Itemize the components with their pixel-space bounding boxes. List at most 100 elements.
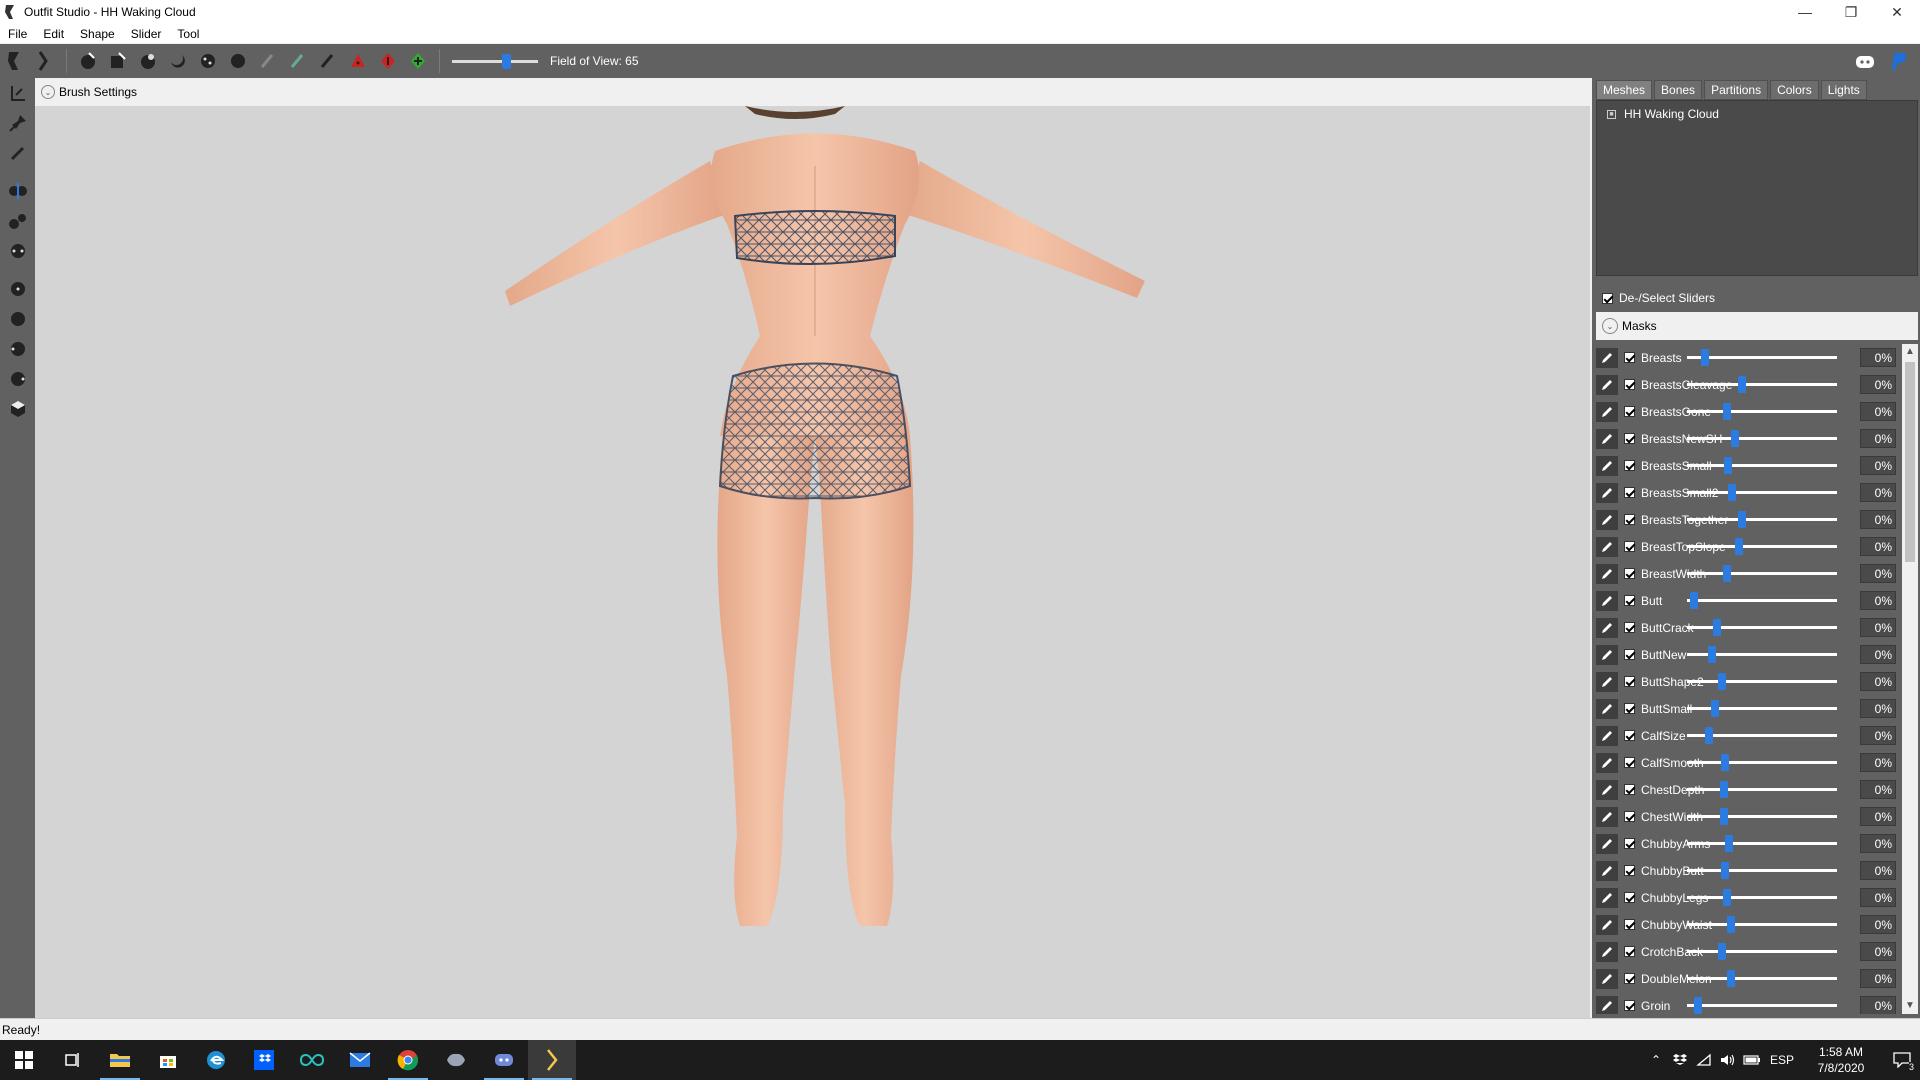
slider-thumb[interactable]	[1721, 754, 1730, 771]
deselect-sliders-row[interactable]: De-/Select Sliders	[1592, 284, 1920, 312]
slider-track[interactable]	[1687, 707, 1837, 710]
slider-value[interactable]: 0%	[1860, 915, 1896, 934]
slider-thumb[interactable]	[1689, 592, 1698, 609]
mirror-z-button[interactable]	[0, 236, 35, 266]
slider-checkbox[interactable]	[1624, 838, 1635, 849]
slider-track[interactable]	[1687, 842, 1837, 845]
slider-checkbox[interactable]	[1624, 946, 1635, 957]
slider-checkbox[interactable]	[1624, 892, 1635, 903]
tray-battery[interactable]	[1740, 1040, 1764, 1080]
slider-track[interactable]	[1687, 923, 1837, 926]
slider-edit-button[interactable]	[1596, 806, 1618, 827]
tab-lights[interactable]: Lights	[1820, 80, 1867, 100]
slider-thumb[interactable]	[1711, 700, 1720, 717]
brush-settings-header[interactable]: ⌄ Brush Settings	[35, 78, 1590, 106]
taskbar-file-explorer[interactable]	[96, 1040, 144, 1080]
slider-edit-button[interactable]	[1596, 914, 1618, 935]
slider-thumb[interactable]	[1728, 484, 1737, 501]
slider-track[interactable]	[1687, 761, 1837, 764]
slider-checkbox[interactable]	[1624, 487, 1635, 498]
slider-checkbox[interactable]	[1624, 757, 1635, 768]
slider-track[interactable]	[1687, 491, 1837, 494]
slider-checkbox[interactable]	[1624, 595, 1635, 606]
menu-slider[interactable]: Slider	[123, 27, 170, 41]
slider-thumb[interactable]	[1731, 430, 1740, 447]
taskbar-app-unknown[interactable]	[432, 1040, 480, 1080]
slider-track[interactable]	[1687, 815, 1837, 818]
brush-standard-button[interactable]	[73, 46, 103, 76]
slider-edit-button[interactable]	[1596, 860, 1618, 881]
smooth-brush-button[interactable]	[193, 46, 223, 76]
slider-track[interactable]	[1687, 1004, 1837, 1007]
taskbar-discord[interactable]	[480, 1040, 528, 1080]
slider-checkbox[interactable]	[1624, 433, 1635, 444]
slider-edit-button[interactable]	[1596, 779, 1618, 800]
slider-checkbox[interactable]	[1624, 676, 1635, 687]
slider-value[interactable]: 0%	[1860, 402, 1896, 421]
taskbar-chrome[interactable]	[384, 1040, 432, 1080]
slider-track[interactable]	[1687, 437, 1837, 440]
slider-thumb[interactable]	[1718, 943, 1727, 960]
slider-track[interactable]	[1687, 383, 1837, 386]
tab-colors[interactable]: Colors	[1770, 80, 1819, 100]
taskbar-dropbox[interactable]	[240, 1040, 288, 1080]
slider-track[interactable]	[1687, 572, 1837, 575]
slider-thumb[interactable]	[1718, 673, 1727, 690]
slider-thumb[interactable]	[1723, 457, 1732, 474]
slider-edit-button[interactable]	[1596, 941, 1618, 962]
slider-value[interactable]: 0%	[1860, 618, 1896, 637]
slider-thumb[interactable]	[1708, 646, 1717, 663]
menu-shape[interactable]: Shape	[72, 27, 123, 41]
slider-value[interactable]: 0%	[1860, 672, 1896, 691]
deflate-brush-button[interactable]	[163, 46, 193, 76]
restore-button[interactable]: ❐	[1828, 0, 1874, 24]
slider-thumb[interactable]	[1738, 376, 1747, 393]
slider-track[interactable]	[1687, 464, 1837, 467]
minimize-button[interactable]: —	[1782, 0, 1828, 24]
task-view-button[interactable]	[48, 1040, 96, 1080]
slider-edit-button[interactable]	[1596, 644, 1618, 665]
discord-button[interactable]	[1850, 47, 1880, 77]
slider-checkbox[interactable]	[1624, 811, 1635, 822]
inflate-brush-button[interactable]	[133, 46, 163, 76]
slider-checkbox[interactable]	[1624, 784, 1635, 795]
start-button[interactable]	[0, 1040, 48, 1080]
collapse-vertex-button[interactable]	[373, 46, 403, 76]
slider-value[interactable]: 0%	[1860, 861, 1896, 880]
slider-value[interactable]: 0%	[1860, 753, 1896, 772]
slider-edit-button[interactable]	[1596, 482, 1618, 503]
slider-edit-button[interactable]	[1596, 509, 1618, 530]
slider-track[interactable]	[1687, 977, 1837, 980]
slider-value[interactable]: 0%	[1860, 564, 1896, 583]
slider-checkbox[interactable]	[1624, 1000, 1635, 1011]
color-brush-button[interactable]	[283, 46, 313, 76]
slider-checkbox[interactable]	[1624, 973, 1635, 984]
menu-edit[interactable]: Edit	[35, 27, 72, 41]
mask-brush-button[interactable]	[103, 46, 133, 76]
split-edge-button[interactable]	[403, 46, 433, 76]
slider-checkbox[interactable]	[1624, 730, 1635, 741]
slider-value[interactable]: 0%	[1860, 348, 1896, 367]
slider-edit-button[interactable]	[1596, 725, 1618, 746]
alpha-brush-button[interactable]	[313, 46, 343, 76]
select-mode-button[interactable]	[0, 46, 30, 76]
taskbar-outfit-studio[interactable]	[528, 1040, 576, 1080]
slider-checkbox[interactable]	[1624, 919, 1635, 930]
move-brush-button[interactable]	[223, 46, 253, 76]
slider-edit-button[interactable]	[1596, 968, 1618, 989]
slider-checkbox[interactable]	[1624, 352, 1635, 363]
tray-network[interactable]	[1692, 1040, 1716, 1080]
pen-tool-button[interactable]	[0, 138, 35, 168]
slider-edit-button[interactable]	[1596, 698, 1618, 719]
slider-thumb[interactable]	[1735, 538, 1744, 555]
transform-tool-button[interactable]	[0, 108, 35, 138]
slider-checkbox[interactable]	[1624, 649, 1635, 660]
slider-value[interactable]: 0%	[1860, 780, 1896, 799]
slider-checkbox[interactable]	[1624, 622, 1635, 633]
slider-thumb[interactable]	[1726, 970, 1735, 987]
slider-thumb[interactable]	[1725, 835, 1734, 852]
slider-thumb[interactable]	[1722, 403, 1731, 420]
slider-value[interactable]: 0%	[1860, 483, 1896, 502]
masks-header[interactable]: ⌄ Masks	[1596, 312, 1918, 340]
menu-tool[interactable]: Tool	[169, 27, 207, 41]
